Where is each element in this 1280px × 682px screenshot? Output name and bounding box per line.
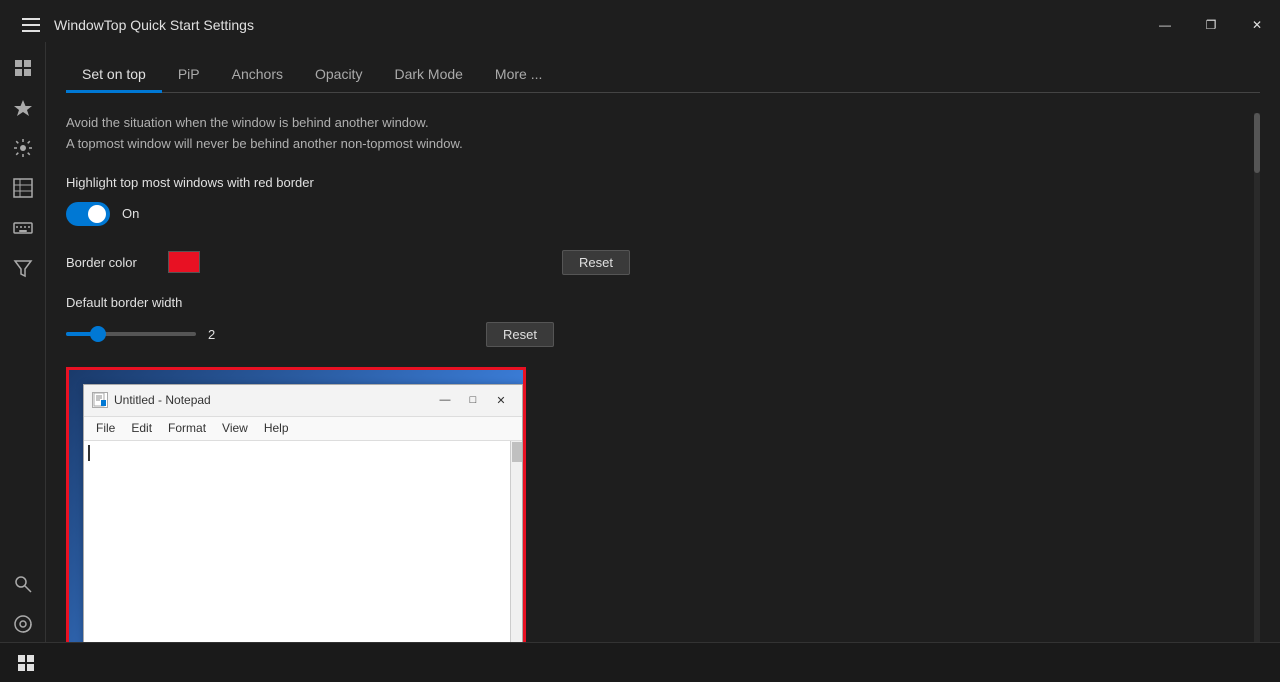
tab-opacity[interactable]: Opacity [299, 58, 378, 93]
notepad-scrollbar-v[interactable] [510, 441, 522, 642]
sidebar [0, 42, 46, 642]
notepad-title-left: Untitled - Notepad [92, 392, 211, 408]
slider-section: Default border width 2 Reset [66, 295, 1256, 347]
notepad-menu-bar: File Edit Format View Help [84, 417, 522, 441]
settings-scrollbar[interactable] [1254, 113, 1260, 642]
notepad-window: Untitled - Notepad — □ ✕ File [83, 384, 523, 642]
settings-content: Avoid the situation when the window is b… [66, 113, 1260, 642]
description-text: Avoid the situation when the window is b… [66, 113, 1256, 155]
toggle-label: On [122, 206, 139, 221]
slider-value: 2 [208, 327, 228, 342]
reset-border-color-button[interactable]: Reset [562, 250, 630, 275]
taskbar-home-button[interactable] [8, 647, 44, 679]
sidebar-item-table[interactable] [5, 170, 41, 206]
taskbar [0, 642, 1280, 682]
notepad-scrollbar-thumb-v [512, 442, 522, 462]
toggle-track [66, 202, 110, 226]
notepad-title-controls: — □ ✕ [432, 390, 514, 410]
notepad-title-bar: Untitled - Notepad — □ ✕ [84, 385, 522, 417]
maximize-button[interactable]: ❐ [1188, 9, 1234, 41]
notepad-app-icon [92, 392, 108, 408]
notepad-minimize-button[interactable]: — [432, 390, 458, 410]
default-border-width-label: Default border width [66, 295, 1256, 310]
notepad-preview: Untitled - Notepad — □ ✕ File [66, 367, 526, 642]
minimize-button[interactable]: — [1142, 9, 1188, 41]
tab-set-on-top[interactable]: Set on top [66, 58, 162, 93]
toggle-row: On [66, 202, 1256, 226]
tabs: Set on top PiP Anchors Opacity Dark Mode… [66, 42, 1260, 93]
tab-more[interactable]: More ... [479, 58, 558, 93]
sidebar-item-settings[interactable] [5, 130, 41, 166]
slider-row: 2 Reset [66, 322, 1256, 347]
title-bar-controls: — ❐ ✕ [1142, 9, 1280, 41]
notepad-body [84, 441, 522, 642]
notepad-menu-format[interactable]: Format [160, 419, 214, 437]
tab-dark-mode[interactable]: Dark Mode [378, 58, 478, 93]
border-color-label: Border color [66, 255, 156, 270]
tab-pip[interactable]: PiP [162, 58, 216, 93]
description-line2: A topmost window will never be behind an… [66, 136, 463, 151]
notepad-maximize-button[interactable]: □ [460, 390, 486, 410]
border-color-swatch[interactable] [168, 251, 200, 273]
description-line1: Avoid the situation when the window is b… [66, 115, 429, 130]
main-layout: Set on top PiP Anchors Opacity Dark Mode… [0, 42, 1280, 642]
desktop-background: Untitled - Notepad — □ ✕ File [66, 367, 526, 642]
title-bar: WindowTop Quick Start Settings — ❐ ✕ [0, 0, 1280, 42]
app-title: WindowTop Quick Start Settings [54, 17, 254, 33]
highlight-label: Highlight top most windows with red bord… [66, 175, 1256, 190]
notepad-close-button[interactable]: ✕ [488, 390, 514, 410]
sidebar-item-at[interactable] [5, 606, 41, 642]
slider-container[interactable] [66, 322, 196, 346]
notepad-menu-file[interactable]: File [88, 419, 123, 437]
notepad-menu-edit[interactable]: Edit [123, 419, 160, 437]
toggle-thumb [88, 205, 106, 223]
tab-anchors[interactable]: Anchors [216, 58, 299, 93]
notepad-cursor [88, 445, 90, 461]
sidebar-item-search[interactable] [5, 566, 41, 602]
border-color-row: Border color Reset [66, 250, 1256, 275]
notepad-menu-view[interactable]: View [214, 419, 256, 437]
settings-scrollbar-thumb [1254, 113, 1260, 173]
sidebar-item-filter[interactable] [5, 250, 41, 286]
content-wrapper: Avoid the situation when the window is b… [66, 113, 1260, 642]
highlight-toggle[interactable] [66, 202, 110, 226]
slider-thumb[interactable] [90, 326, 106, 342]
close-button[interactable]: ✕ [1234, 9, 1280, 41]
content-area: Set on top PiP Anchors Opacity Dark Mode… [46, 42, 1280, 642]
sidebar-item-keyboard[interactable] [5, 210, 41, 246]
sidebar-item-grid[interactable] [5, 50, 41, 86]
notepad-menu-help[interactable]: Help [256, 419, 297, 437]
hamburger-icon[interactable] [18, 14, 44, 36]
notepad-title-text: Untitled - Notepad [114, 393, 211, 407]
sidebar-item-star[interactable] [5, 90, 41, 126]
slider-track [66, 332, 196, 336]
reset-width-button[interactable]: Reset [486, 322, 554, 347]
